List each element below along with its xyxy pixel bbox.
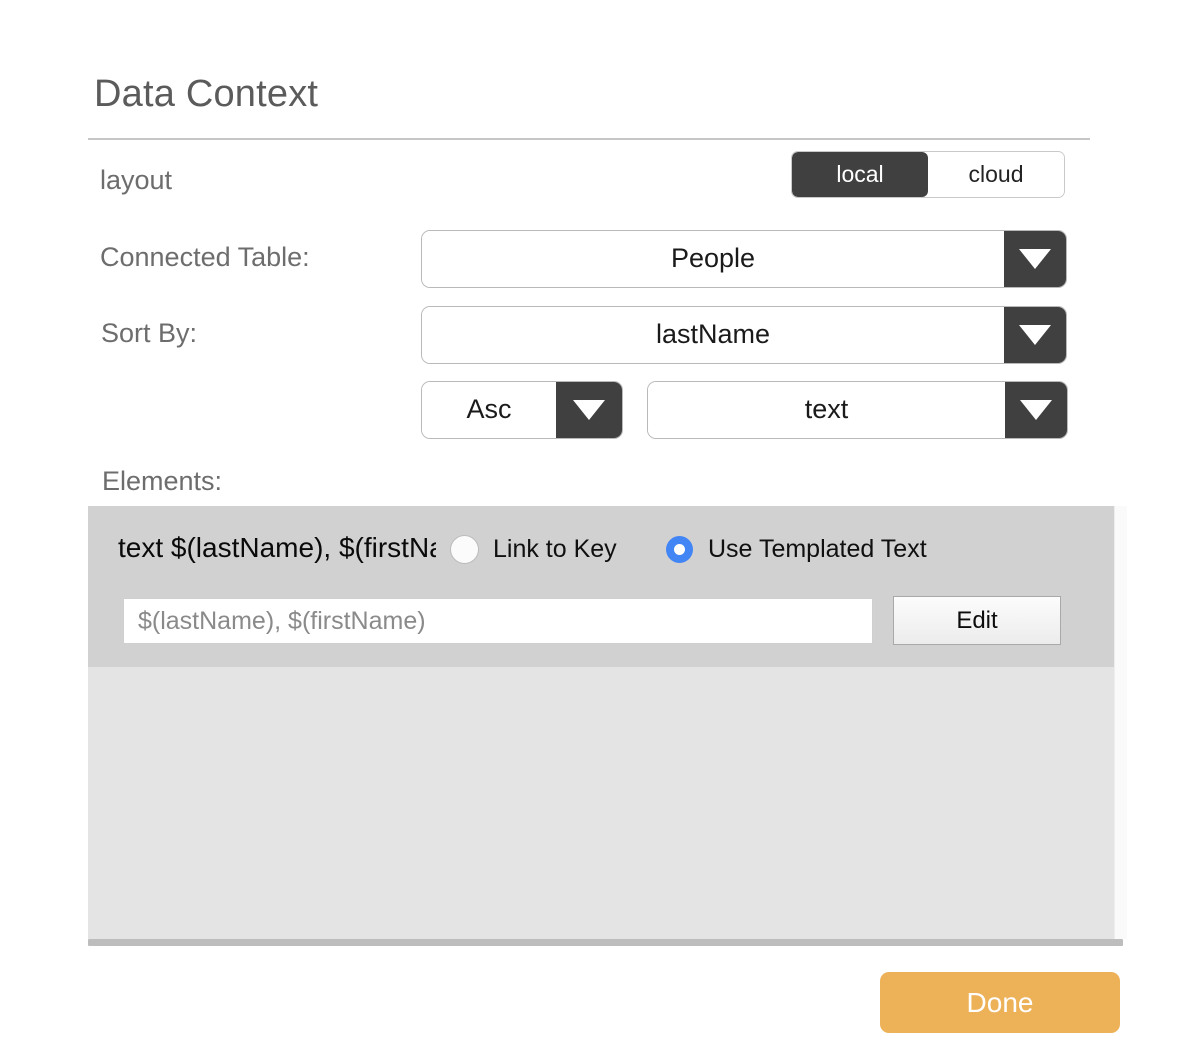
chevron-down-icon[interactable] — [1005, 382, 1067, 438]
connected-table-label: Connected Table: — [100, 242, 310, 272]
layout-label: layout — [100, 165, 173, 195]
segment-local[interactable]: local — [792, 152, 928, 197]
sort-direction-value: Asc — [422, 382, 556, 438]
sort-type-value: text — [648, 382, 1005, 438]
connected-table-value: People — [422, 231, 1004, 287]
radio-indicator[interactable] — [666, 536, 693, 563]
sort-by-label: Sort By: — [101, 318, 198, 348]
sort-by-field-dropdown[interactable]: lastName — [421, 306, 1067, 364]
element-title: text $(lastName), $(firstName) — [118, 532, 436, 563]
segment-cloud[interactable]: cloud — [928, 152, 1064, 197]
radio-link-to-key-label: Link to Key — [493, 535, 617, 563]
done-button[interactable]: Done — [880, 972, 1120, 1033]
radio-use-templated-text[interactable]: Use Templated Text — [666, 535, 927, 564]
sort-by-field-value: lastName — [422, 307, 1004, 363]
chevron-down-icon[interactable] — [1004, 307, 1066, 363]
template-text-input[interactable] — [123, 598, 873, 644]
chevron-down-icon[interactable] — [556, 382, 622, 438]
sort-direction-dropdown[interactable]: Asc — [421, 381, 623, 439]
edit-button[interactable]: Edit — [893, 596, 1061, 645]
radio-link-to-key[interactable]: Link to Key — [451, 535, 617, 564]
radio-indicator[interactable] — [451, 536, 478, 563]
radio-use-templated-text-label: Use Templated Text — [708, 535, 927, 563]
title-divider — [88, 138, 1090, 140]
chevron-down-icon[interactable] — [1004, 231, 1066, 287]
elements-panel: text $(lastName), $(firstName) Link to K… — [88, 506, 1127, 939]
storage-segmented-control[interactable]: local cloud — [792, 152, 1064, 197]
page-title: Data Context — [94, 73, 319, 115]
sort-type-dropdown[interactable]: text — [647, 381, 1068, 439]
elements-label: Elements: — [102, 466, 223, 496]
elements-vertical-scrollbar[interactable] — [1114, 506, 1127, 939]
element-list-item[interactable]: text $(lastName), $(firstName) Link to K… — [88, 506, 1115, 667]
connected-table-dropdown[interactable]: People — [421, 230, 1067, 288]
elements-horizontal-scrollbar[interactable] — [88, 939, 1123, 946]
